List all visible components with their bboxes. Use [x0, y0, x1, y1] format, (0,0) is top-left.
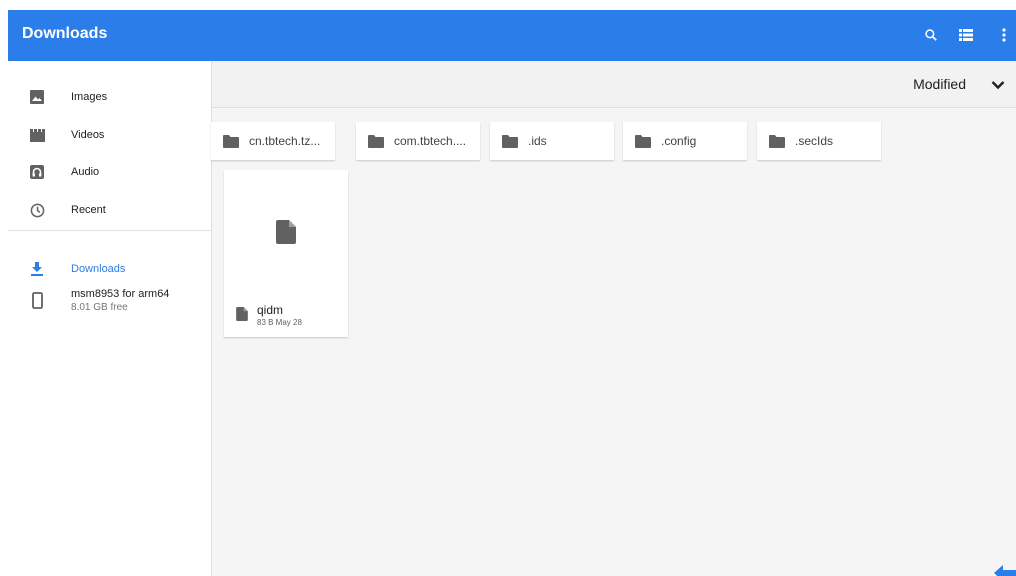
search-button[interactable]: [920, 24, 942, 46]
sidebar-item-device[interactable]: msm8953 for arm64 8.01 GB free: [8, 283, 211, 325]
sidebar-item-images[interactable]: Images: [8, 78, 211, 116]
folder-icon: [502, 135, 518, 148]
file-icon: [276, 220, 296, 244]
folder-icon: [635, 135, 651, 148]
folder-item[interactable]: .config: [623, 122, 747, 160]
device-name: msm8953 for arm64: [71, 288, 170, 300]
folder-name: cn.tbtech.tz...: [249, 134, 321, 148]
folder-name: .config: [661, 134, 697, 148]
file-icon: [236, 307, 248, 321]
sidebar-item-label: Images: [71, 91, 108, 103]
folder-name: com.tbtech....: [394, 134, 467, 148]
folder-name: .ids: [528, 134, 547, 148]
navigation-drawer: Images Videos Audio Recent Downloads msm…: [8, 61, 212, 576]
folder-item[interactable]: cn.tbtech.tz...: [211, 122, 335, 160]
folder-item[interactable]: com.tbtech....: [356, 122, 480, 160]
search-icon: [925, 29, 937, 41]
sidebar-item-audio[interactable]: Audio: [8, 153, 211, 191]
image-icon: [28, 88, 46, 106]
list-view-button[interactable]: [955, 24, 977, 46]
audio-icon: [28, 163, 46, 181]
sidebar-item-videos[interactable]: Videos: [8, 116, 211, 154]
app-bar: Downloads: [8, 10, 1016, 61]
folder-icon: [769, 135, 785, 148]
sort-dropdown[interactable]: Modified: [913, 76, 966, 92]
folder-icon: [223, 135, 239, 148]
more-vert-icon: [1002, 28, 1006, 42]
folder-name: .secIds: [795, 134, 834, 148]
file-manager-window: Downloads Images Videos Audio Recent Dow…: [8, 10, 1016, 576]
chevron-down-icon[interactable]: [990, 77, 1006, 93]
phone-icon: [28, 289, 46, 311]
sidebar-item-recent[interactable]: Recent: [8, 191, 211, 229]
clock-icon: [28, 201, 46, 219]
file-name: qidm: [257, 303, 284, 317]
file-item[interactable]: qidm 83 B May 28: [224, 170, 348, 337]
page-title: Downloads: [22, 25, 108, 42]
folder-icon: [368, 135, 384, 148]
video-icon: [28, 126, 46, 144]
sidebar-item-label: Audio: [71, 166, 100, 178]
file-meta: 83 B May 28: [257, 318, 302, 327]
sidebar-item-label: Downloads: [71, 263, 126, 275]
back-arrow-icon[interactable]: [994, 563, 1016, 576]
list-view-icon: [959, 29, 973, 41]
device-free-space: 8.01 GB free: [71, 302, 128, 313]
sidebar-divider: [8, 230, 211, 231]
download-icon: [28, 260, 46, 278]
sort-bar: Modified: [212, 61, 1016, 108]
sidebar-item-label: Videos: [71, 129, 105, 141]
folder-item[interactable]: .ids: [490, 122, 614, 160]
folder-item[interactable]: .secIds: [757, 122, 881, 160]
sidebar-item-label: Recent: [71, 204, 106, 216]
more-options-button[interactable]: [993, 24, 1015, 46]
